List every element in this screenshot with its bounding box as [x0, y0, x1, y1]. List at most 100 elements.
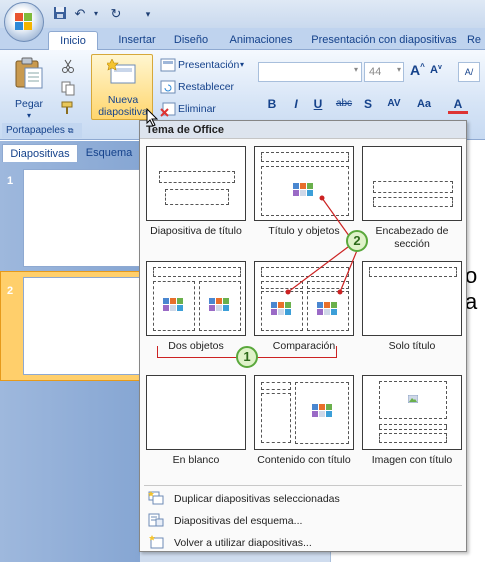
font-size-dropdown-icon[interactable]: ▾ — [397, 65, 401, 74]
layout-thumbnail — [146, 375, 246, 450]
layout-name: Título y objetos — [268, 225, 340, 237]
paste-dropdown-icon: ▾ — [26, 111, 31, 120]
slides-panel: Diapositivas Esquema 1 2 — [0, 141, 140, 562]
font-color-button[interactable]: A — [448, 94, 468, 114]
layout-button[interactable]: Presentación ▾ — [160, 56, 250, 74]
font-size-value: 44 — [369, 66, 382, 78]
clear-format-button[interactable]: A/ — [458, 62, 480, 82]
undo-icon[interactable]: ↶ — [72, 6, 88, 22]
gallery-title: Tema de Office — [140, 121, 466, 139]
picture-icon — [408, 395, 418, 403]
content-icons — [163, 298, 183, 311]
layout-thumbnail — [146, 261, 246, 336]
underline-button[interactable]: U — [308, 94, 328, 114]
tab-outline[interactable]: Esquema — [80, 144, 138, 162]
reuse-slides-label: Volver a utilizar diapositivas... — [174, 537, 312, 549]
tab-diseno[interactable]: Diseño — [168, 31, 214, 50]
layout-icon — [160, 58, 176, 72]
font-size-combo[interactable]: 44 ▾ — [364, 62, 404, 82]
layout-name: En blanco — [172, 454, 220, 466]
tab-slides[interactable]: Diapositivas — [2, 144, 78, 162]
reset-button[interactable]: Restablecer — [160, 78, 250, 96]
shrink-font-button[interactable]: Av — [430, 64, 448, 82]
layout-name: Contenido con título — [257, 454, 351, 466]
tab-revisar[interactable]: Re — [464, 31, 484, 50]
slide-number-1: 1 — [7, 175, 14, 187]
new-slide-label-2: diapositiva — [98, 106, 148, 118]
save-icon[interactable] — [52, 6, 68, 22]
outline-slides-icon — [148, 513, 164, 527]
delete-label: Eliminar — [178, 103, 216, 115]
tab-insertar[interactable]: Insertar — [112, 31, 162, 50]
layout-dropdown-icon: ▾ — [240, 60, 245, 69]
reset-icon — [160, 80, 176, 94]
layout-name: Solo título — [388, 340, 436, 352]
layout-label: Presentación — [178, 59, 240, 71]
tab-animaciones[interactable]: Animaciones — [224, 31, 298, 50]
cut-icon[interactable] — [60, 58, 76, 74]
callout-2: 2 — [346, 230, 368, 252]
delete-button[interactable]: Eliminar — [160, 100, 250, 118]
office-logo-icon — [15, 13, 33, 31]
slide-number-2: 2 — [7, 285, 14, 297]
dialog-launcher-icon[interactable]: ⧉ — [68, 126, 74, 135]
callout-1: 1 — [236, 346, 258, 368]
layout-name: Diapositiva de título — [150, 225, 242, 237]
font-name-dropdown-icon[interactable]: ▾ — [354, 65, 358, 74]
qat-customize-icon[interactable]: ▾ — [140, 6, 156, 22]
reuse-slides-icon — [149, 535, 164, 549]
copy-icon[interactable] — [60, 80, 76, 96]
change-case-button[interactable]: Aa — [412, 94, 436, 114]
strikethrough-button[interactable]: abc — [332, 94, 356, 114]
new-slide-icon — [107, 59, 136, 84]
reuse-slides-command[interactable]: Volver a utilizar diapositivas... — [140, 533, 466, 553]
clipboard-group-label: Portapapeles ⧉ — [2, 123, 82, 138]
slide-thumbnail-1[interactable] — [23, 169, 140, 267]
delete-icon — [160, 102, 176, 117]
slide-text-fragment: o a — [465, 263, 478, 314]
new-slide-label-1: Nueva — [107, 94, 139, 106]
gallery-separator — [144, 485, 462, 486]
paste-label: Pegar — [14, 98, 44, 110]
content-icons — [312, 404, 332, 417]
clipboard-icon — [15, 57, 43, 89]
content-icons — [271, 302, 291, 315]
shadow-button[interactable]: S — [358, 94, 378, 114]
office-button[interactable] — [4, 2, 44, 42]
italic-button[interactable]: I — [286, 94, 306, 114]
tab-inicio[interactable]: Inicio — [48, 31, 98, 50]
layout-name: Encabezado de sección — [375, 225, 449, 250]
duplicate-slides-command[interactable]: Duplicar diapositivas seleccionadas — [140, 489, 466, 509]
slide-thumbnail-2[interactable] — [23, 277, 140, 375]
undo-dropdown-icon[interactable]: ▾ — [88, 6, 104, 22]
layout-thumbnail — [362, 146, 462, 221]
bold-button[interactable]: B — [262, 94, 282, 114]
grow-font-button[interactable]: A^ — [410, 62, 428, 82]
new-slide-button[interactable]: Nueva diapositiva — [91, 54, 153, 120]
mouse-cursor-icon — [146, 108, 159, 127]
layout-name: Imagen con título — [371, 454, 453, 466]
redo-icon[interactable]: ↻ — [108, 6, 124, 22]
font-name-combo[interactable]: ▾ — [258, 62, 362, 82]
content-icons — [209, 298, 229, 311]
layout-thumbnail — [362, 375, 462, 450]
ribbon-tabs: Inicio Insertar Diseño Animaciones Prese… — [0, 28, 485, 50]
layout-thumbnail — [254, 146, 354, 221]
new-slide-gallery: Tema de Office Diapositiva de título Tít… — [139, 120, 467, 552]
layout-thumbnail — [254, 375, 354, 450]
layout-thumbnail — [254, 261, 354, 336]
spacing-button[interactable]: AV — [382, 94, 406, 114]
layout-thumbnail — [146, 146, 246, 221]
duplicate-slides-label: Duplicar diapositivas seleccionadas — [174, 493, 340, 505]
paste-button[interactable]: Pegar ▾ — [8, 54, 50, 120]
quick-access-toolbar: ↶ ▾ ↻ ▾ — [0, 0, 485, 28]
duplicate-slides-icon — [148, 491, 164, 505]
slides-from-outline-label: Diapositivas del esquema... — [174, 515, 303, 527]
content-icons — [317, 302, 337, 315]
slides-from-outline-command[interactable]: Diapositivas del esquema... — [140, 511, 466, 531]
layout-thumbnail — [362, 261, 462, 336]
format-painter-icon[interactable] — [60, 100, 76, 116]
reset-label: Restablecer — [178, 81, 235, 93]
tab-presentacion[interactable]: Presentación con diapositivas — [310, 31, 458, 50]
content-icons — [293, 183, 313, 196]
